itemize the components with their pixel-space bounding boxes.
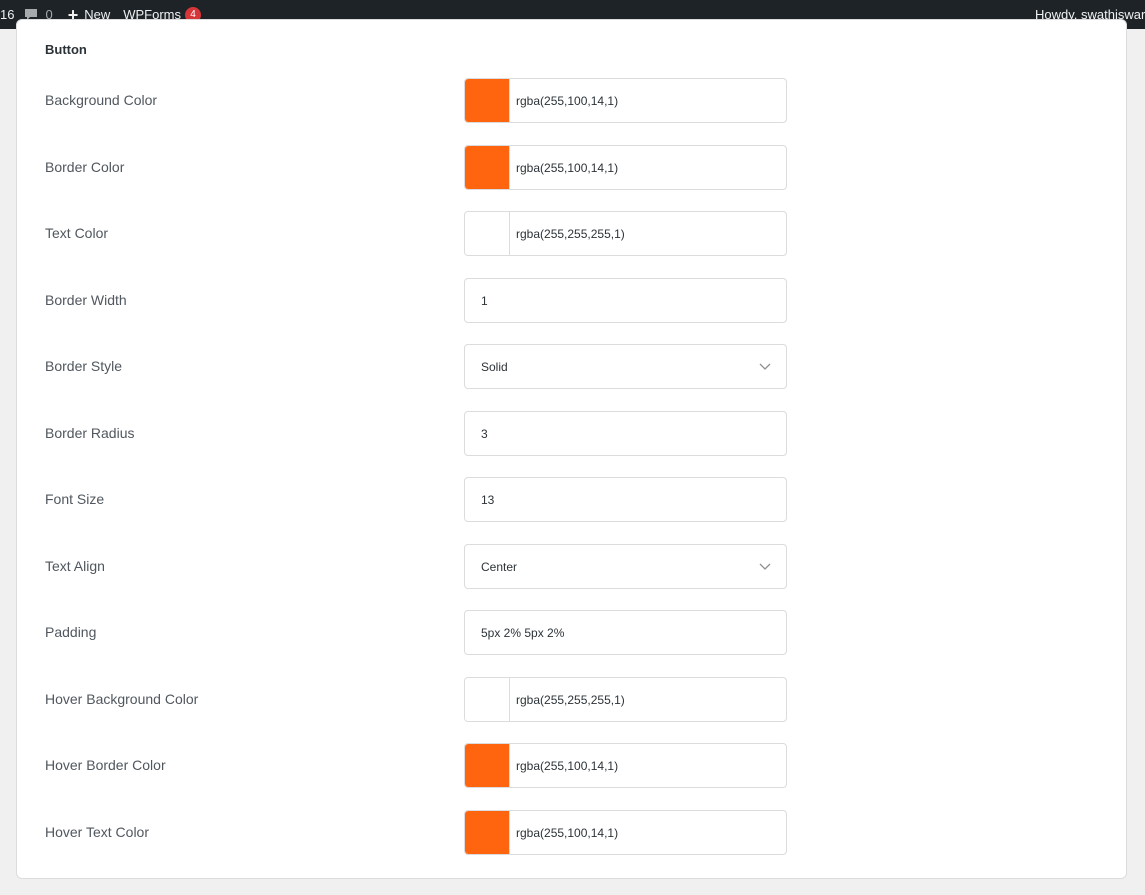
setting-label-hover-border-color: Hover Border Color (45, 757, 166, 773)
setting-row-background-color: Background Color rgba(255,100,14,1) (17, 78, 1126, 124)
hover-background-color-color-picker[interactable]: rgba(255,255,255,1) (464, 677, 787, 722)
text-align-select[interactable]: Center (464, 544, 787, 589)
setting-row-hover-background-color: Hover Background Color rgba(255,255,255,1… (17, 677, 1126, 723)
setting-label-text-color: Text Color (45, 225, 109, 241)
setting-row-font-size: Font Size 13 (17, 477, 1126, 523)
text-align-value: Center (481, 559, 518, 574)
hover-background-color-color-swatch[interactable] (465, 678, 510, 721)
setting-row-text-align: Text Align Center (17, 544, 1126, 590)
padding-value: 5px 2% 5px 2% (481, 625, 565, 640)
text-color-color-picker[interactable]: rgba(255,255,255,1) (464, 211, 787, 256)
setting-row-hover-border-color: Hover Border Color rgba(255,100,14,1) (17, 743, 1126, 789)
hover-text-color-color-swatch[interactable] (465, 811, 510, 854)
hover-border-color-color-picker[interactable]: rgba(255,100,14,1) (464, 743, 787, 788)
hover-text-color-color-picker[interactable]: rgba(255,100,14,1) (464, 810, 787, 855)
hover-border-color-value: rgba(255,100,14,1) (516, 758, 619, 773)
main-content: Button Background Color rgba(255,100,14,1… (0, 19, 1145, 895)
setting-row-text-color: Text Color rgba(255,255,255,1) (17, 211, 1126, 257)
section-title: Button (45, 42, 87, 57)
updates-count[interactable]: 16 (0, 0, 14, 29)
chevron-down-icon (759, 363, 771, 370)
setting-label-text-align: Text Align (45, 558, 105, 574)
hover-text-color-value: rgba(255,100,14,1) (516, 825, 619, 840)
border-color-value: rgba(255,100,14,1) (516, 160, 619, 175)
settings-card: Button Background Color rgba(255,100,14,1… (16, 19, 1127, 879)
background-color-color-picker[interactable]: rgba(255,100,14,1) (464, 78, 787, 123)
setting-label-border-width: Border Width (45, 292, 127, 308)
setting-row-padding: Padding 5px 2% 5px 2% (17, 610, 1126, 656)
setting-row-border-color: Border Color rgba(255,100,14,1) (17, 145, 1126, 191)
padding-input[interactable]: 5px 2% 5px 2% (464, 610, 787, 655)
setting-row-border-radius: Border Radius 3 (17, 411, 1126, 457)
setting-label-border-style: Border Style (45, 358, 123, 374)
font-size-value: 13 (481, 492, 495, 507)
updates-count-label: 16 (0, 7, 15, 22)
setting-label-hover-background-color: Hover Background Color (45, 691, 199, 707)
border-width-input[interactable]: 1 (464, 278, 787, 323)
setting-label-padding: Padding (45, 624, 97, 640)
setting-row-border-style: Border Style Solid (17, 344, 1126, 390)
text-color-color-swatch[interactable] (465, 212, 510, 255)
border-color-color-swatch[interactable] (465, 146, 510, 189)
setting-row-border-width: Border Width 1 (17, 278, 1126, 324)
border-width-value: 1 (481, 293, 488, 308)
hover-background-color-value: rgba(255,255,255,1) (516, 692, 625, 707)
setting-label-background-color: Background Color (45, 92, 158, 108)
background-color-value: rgba(255,100,14,1) (516, 93, 619, 108)
setting-label-border-radius: Border Radius (45, 425, 135, 441)
setting-label-border-color: Border Color (45, 159, 125, 175)
chevron-down-icon (759, 563, 771, 570)
border-color-color-picker[interactable]: rgba(255,100,14,1) (464, 145, 787, 190)
border-radius-value: 3 (481, 426, 488, 441)
background-color-color-swatch[interactable] (465, 79, 510, 122)
setting-row-hover-text-color: Hover Text Color rgba(255,100,14,1) (17, 810, 1126, 856)
hover-border-color-color-swatch[interactable] (465, 744, 510, 787)
border-style-select[interactable]: Solid (464, 344, 787, 389)
font-size-input[interactable]: 13 (464, 477, 787, 522)
border-style-value: Solid (481, 359, 508, 374)
setting-label-hover-text-color: Hover Text Color (45, 824, 150, 840)
text-color-value: rgba(255,255,255,1) (516, 226, 625, 241)
setting-label-font-size: Font Size (45, 491, 105, 507)
border-radius-input[interactable]: 3 (464, 411, 787, 456)
